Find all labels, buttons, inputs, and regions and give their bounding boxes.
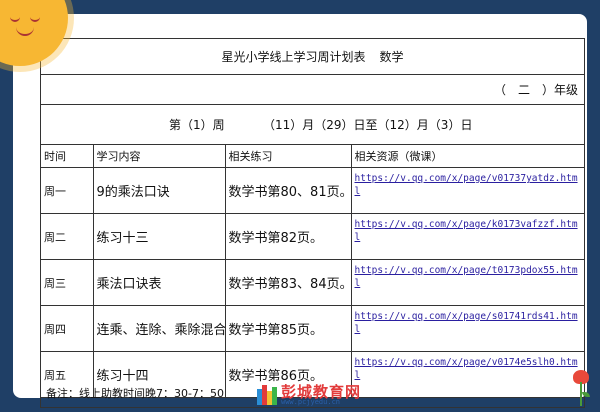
row-content: 乘法口诀表 (92, 259, 226, 306)
grade-row: （ 二 ）年级 (41, 75, 584, 105)
header-resource: 相关资源（微课） (350, 145, 585, 168)
grade-label: （ 二 ）年级 (493, 83, 578, 97)
table-row: 周三 乘法口诀表 数学书第83、84页。 https://v.qq.com/x/… (41, 259, 585, 306)
resource-link[interactable]: https://v.qq.com/x/page/k0173vafzzf.html (355, 219, 578, 243)
plan-sheet: 星光小学线上学习周计划表 数学 （ 二 ）年级 第（1）周 （11）月（29）日至… (40, 38, 585, 408)
table-header-row: 时间 学习内容 相关练习 相关资源（微课） (41, 145, 585, 168)
row-practice: 数学书第80、81页。 (224, 167, 352, 214)
row-content: 练习十三 (92, 213, 226, 260)
row-day: 周三 (41, 259, 94, 306)
sheet-title-row: 星光小学线上学习周计划表 数学 (41, 39, 584, 75)
sheet-subject: 数学 (379, 50, 404, 64)
week-row: 第（1）周 （11）月（29）日至（12）月（3）日 (41, 105, 584, 145)
table-row: 周一 9的乘法口诀 数学书第80、81页。 https://v.qq.com/x… (41, 167, 585, 214)
tulip-decoration (569, 370, 593, 410)
resource-link[interactable]: https://v.qq.com/x/page/v0174e5slh0.html (355, 357, 578, 381)
header-content: 学习内容 (92, 145, 226, 168)
sheet-title: 星光小学线上学习周计划表 (221, 50, 366, 64)
row-day: 周二 (41, 213, 94, 260)
week-date-range: （11）月（29）日至（12）月（3）日 (263, 118, 473, 132)
table-row: 周二 练习十三 数学书第82页。 https://v.qq.com/x/page… (41, 213, 585, 260)
paper-card: 星光小学线上学习周计划表 数学 （ 二 ）年级 第（1）周 （11）月（29）日至… (13, 14, 590, 408)
table-row: 周四 连乘、连除、乘除混合 数学书第85页。 https://v.qq.com/… (41, 305, 585, 352)
row-content: 9的乘法口诀 (92, 167, 226, 214)
row-day: 周一 (41, 167, 94, 214)
resource-link[interactable]: https://v.qq.com/x/page/v01737yatdz.html (355, 173, 578, 197)
note-text: 备注：线上助教时间晚7：30-7：50 (46, 387, 224, 400)
books-icon (257, 385, 277, 405)
row-practice: 数学书第85页。 (224, 305, 352, 352)
row-content: 连乘、连除、乘除混合 (92, 305, 226, 352)
row-day: 周四 (41, 305, 94, 352)
row-practice: 数学书第83、84页。 (224, 259, 352, 306)
schedule-table: 时间 学习内容 相关练习 相关资源（微课） 周一 9的乘法口诀 数学书第80、8… (41, 145, 585, 398)
watermark-site: www.pcjyedu.cn (281, 398, 341, 406)
sun-eye-left (10, 14, 20, 22)
sun-eye-right (30, 14, 40, 22)
watermark-logo: 彭城教育网 www.pcjyedu.cn (257, 383, 377, 407)
row-practice: 数学书第82页。 (224, 213, 352, 260)
header-practice: 相关练习 (224, 145, 352, 168)
resource-link[interactable]: https://v.qq.com/x/page/t0173pdox55.html (355, 265, 578, 289)
sun-mouth (16, 26, 34, 36)
tulip-leaf (582, 392, 590, 397)
header-time: 时间 (41, 145, 94, 168)
resource-link[interactable]: https://v.qq.com/x/page/s01741rds41.html (355, 311, 578, 335)
week-number: 第（1）周 (169, 118, 225, 132)
